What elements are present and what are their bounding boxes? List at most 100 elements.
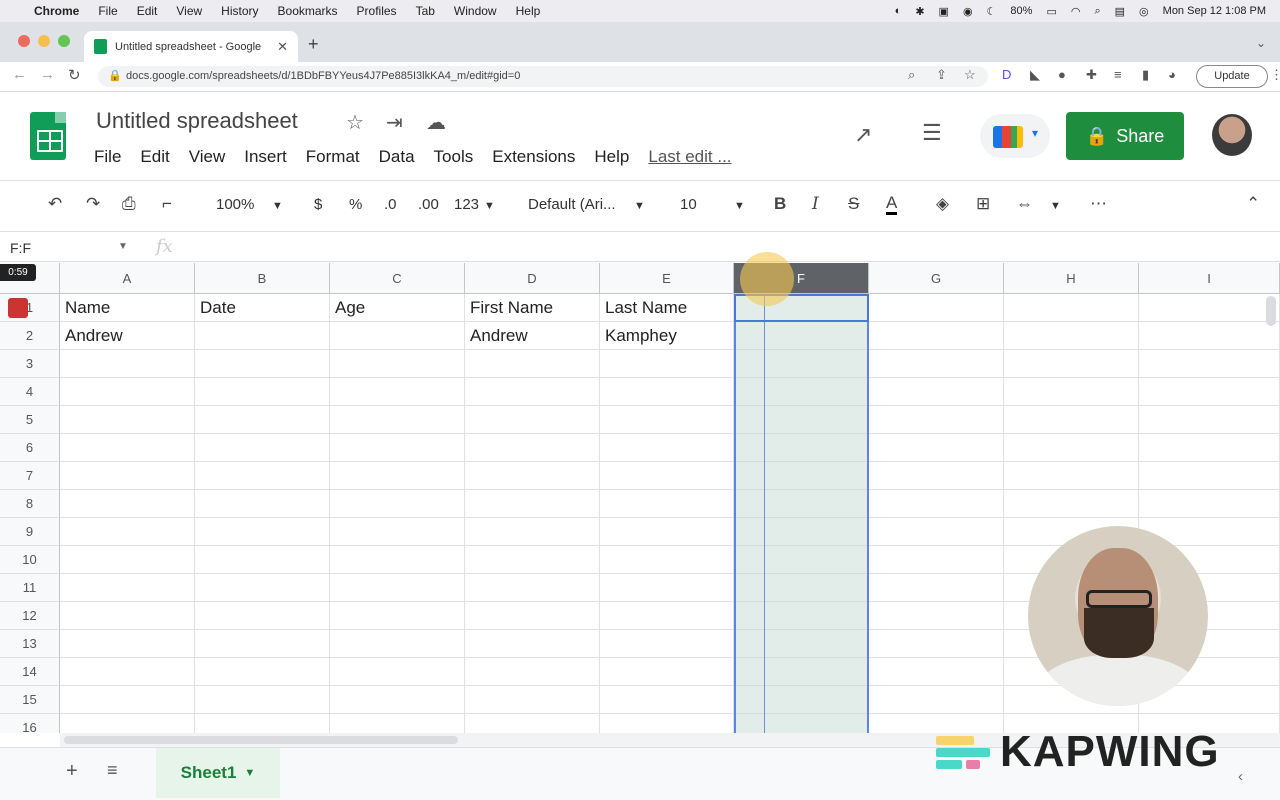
zoom-icon[interactable]: ⌕ [908, 67, 915, 83]
cell-c10[interactable] [330, 546, 465, 574]
cell-a11[interactable] [60, 574, 195, 602]
cell-b16[interactable] [195, 714, 330, 733]
cell-i5[interactable] [1139, 406, 1280, 434]
menubar-item-file[interactable]: File [98, 4, 117, 18]
menubar-item-edit[interactable]: Edit [137, 4, 158, 18]
cell-h1[interactable] [1004, 294, 1139, 322]
cell-c11[interactable] [330, 574, 465, 602]
chevron-down-icon[interactable]: ▼ [272, 200, 283, 212]
browser-menu-icon[interactable]: ⋮ [1270, 67, 1280, 83]
settings-icon[interactable]: ✱ [915, 5, 924, 18]
cell-e5[interactable] [600, 406, 734, 434]
extension-circle-icon[interactable]: ● [1058, 67, 1066, 82]
back-icon[interactable]: ← [12, 66, 27, 83]
cell-i3[interactable] [1139, 350, 1280, 378]
cell-g11[interactable] [869, 574, 1004, 602]
formula-input[interactable] [200, 240, 1260, 258]
increase-decimal-button[interactable]: .00 [418, 196, 439, 213]
cell-c1[interactable]: Age [330, 294, 465, 322]
cell-b3[interactable] [195, 350, 330, 378]
document-title[interactable]: Untitled spreadsheet [96, 108, 298, 134]
column-header-h[interactable]: H [1004, 263, 1139, 294]
cell-g13[interactable] [869, 630, 1004, 658]
cell-b12[interactable] [195, 602, 330, 630]
cell-h7[interactable] [1004, 462, 1139, 490]
cell-g10[interactable] [869, 546, 1004, 574]
cell-a2[interactable]: Andrew [60, 322, 195, 350]
status-icon[interactable]: ◐ [895, 5, 902, 17]
cell-h4[interactable] [1004, 378, 1139, 406]
side-panel-icon[interactable]: ▮ [1142, 67, 1149, 83]
cell-a12[interactable] [60, 602, 195, 630]
cell-a6[interactable] [60, 434, 195, 462]
menubar-item-bookmarks[interactable]: Bookmarks [278, 4, 338, 18]
extensions-puzzle-icon[interactable]: ✚ [1086, 67, 1097, 83]
fill-color-icon[interactable]: ◈ [936, 194, 949, 214]
cell-d10[interactable] [465, 546, 600, 574]
reload-icon[interactable]: ↻ [68, 66, 81, 84]
cell-c6[interactable] [330, 434, 465, 462]
tab-close-icon[interactable]: ✕ [277, 39, 288, 55]
menu-help[interactable]: Help [594, 147, 629, 167]
cell-d4[interactable] [465, 378, 600, 406]
menubar-item-history[interactable]: History [221, 4, 258, 18]
cell-e3[interactable] [600, 350, 734, 378]
italic-button[interactable]: I [812, 194, 819, 214]
cell-i7[interactable] [1139, 462, 1280, 490]
meet-button[interactable]: ▾ [980, 114, 1050, 158]
menu-data[interactable]: Data [379, 147, 415, 167]
cell-c15[interactable] [330, 686, 465, 714]
comments-icon[interactable]: ☰ [922, 120, 942, 146]
vertical-scrollbar[interactable] [1266, 296, 1276, 326]
chevron-down-icon[interactable]: ▼ [244, 767, 255, 779]
sheet-tab[interactable]: Sheet1 ▼ [156, 748, 280, 798]
cell-c7[interactable] [330, 462, 465, 490]
last-edit-link[interactable]: Last edit ... [648, 147, 731, 167]
cell-c13[interactable] [330, 630, 465, 658]
horizontal-scrollbar[interactable] [64, 736, 458, 744]
row-header-13[interactable]: 13 [0, 630, 60, 658]
cell-e8[interactable] [600, 490, 734, 518]
record-stop-button[interactable] [8, 298, 28, 318]
cell-d12[interactable] [465, 602, 600, 630]
siri-icon[interactable]: ◎ [1139, 5, 1149, 18]
cell-c9[interactable] [330, 518, 465, 546]
cell-h3[interactable] [1004, 350, 1139, 378]
cell-c8[interactable] [330, 490, 465, 518]
display-icon[interactable]: ▣ [939, 5, 949, 18]
lock-icon[interactable]: 🔒 [108, 69, 122, 82]
sheets-logo-icon[interactable] [30, 112, 66, 160]
row-header-4[interactable]: 4 [0, 378, 60, 406]
cell-d14[interactable] [465, 658, 600, 686]
cell-b14[interactable] [195, 658, 330, 686]
cell-b7[interactable] [195, 462, 330, 490]
cell-g12[interactable] [869, 602, 1004, 630]
cell-e6[interactable] [600, 434, 734, 462]
cell-g6[interactable] [869, 434, 1004, 462]
cell-c3[interactable] [330, 350, 465, 378]
redo-icon[interactable]: ↷ [86, 194, 100, 214]
bookmark-star-icon[interactable]: ☆ [964, 67, 976, 83]
row-header-8[interactable]: 8 [0, 490, 60, 518]
cell-e10[interactable] [600, 546, 734, 574]
chevron-down-icon[interactable]: ▼ [634, 200, 645, 212]
browser-tab-active[interactable]: Untitled spreadsheet - Google ✕ [84, 31, 298, 62]
cell-e15[interactable] [600, 686, 734, 714]
text-color-button[interactable]: A [886, 194, 898, 215]
menu-edit[interactable]: Edit [140, 147, 169, 167]
share-button[interactable]: 🔒 Share [1066, 112, 1184, 160]
cell-e4[interactable] [600, 378, 734, 406]
row-header-14[interactable]: 14 [0, 658, 60, 686]
profile-avatar-icon[interactable]: ◕ [1168, 67, 1176, 82]
cell-c16[interactable] [330, 714, 465, 733]
menubar-item-window[interactable]: Window [454, 4, 497, 18]
cell-e16[interactable] [600, 714, 734, 733]
chevron-down-icon[interactable]: ▼ [484, 200, 495, 212]
merge-cells-icon[interactable]: ⇔ [1016, 194, 1033, 214]
window-zoom-button[interactable] [58, 35, 70, 47]
cell-b9[interactable] [195, 518, 330, 546]
extension-bird-icon[interactable]: ◣ [1030, 67, 1040, 83]
cell-a15[interactable] [60, 686, 195, 714]
column-header-c[interactable]: C [330, 263, 465, 294]
cell-h6[interactable] [1004, 434, 1139, 462]
